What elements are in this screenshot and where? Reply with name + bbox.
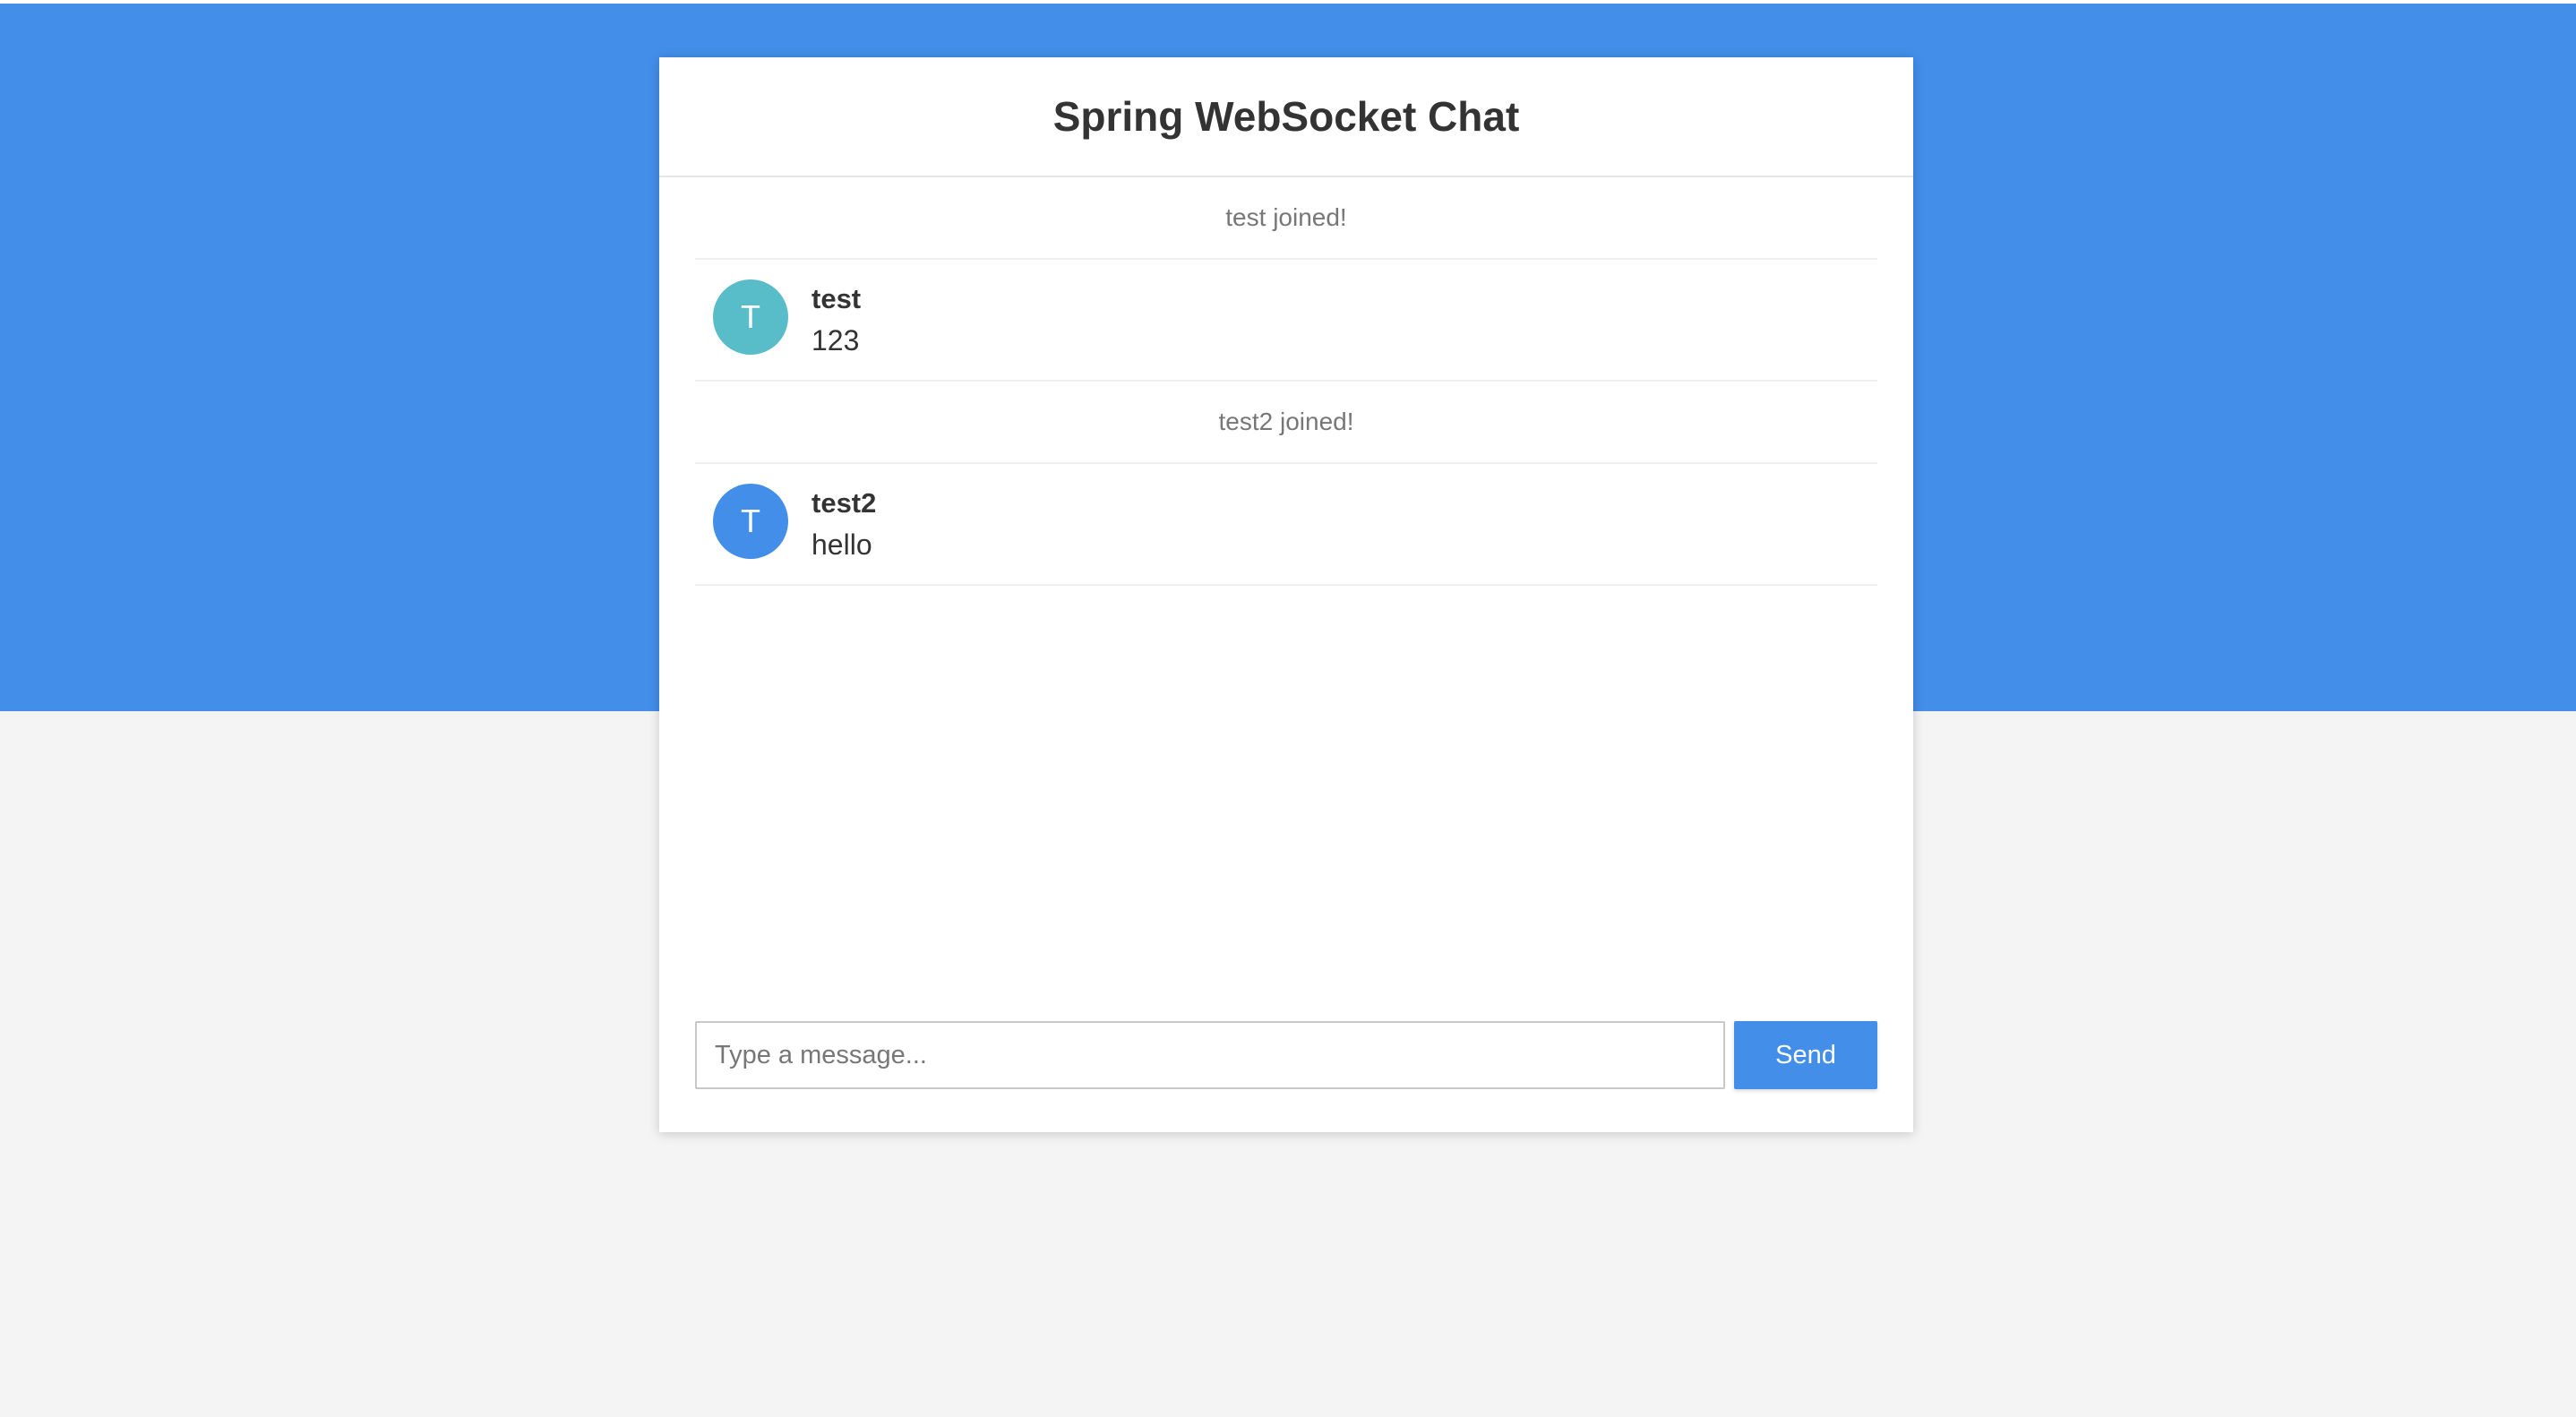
message-content: 123 <box>811 324 860 356</box>
send-button[interactable]: Send <box>1734 1021 1877 1089</box>
avatar: T <box>713 279 788 355</box>
event-message: test2 joined! <box>695 382 1877 464</box>
chat-message: T test2 hello <box>695 464 1877 586</box>
event-message: test joined! <box>695 177 1877 260</box>
avatar: T <box>713 484 788 559</box>
message-list[interactable]: test joined! T test 123 test2 joined! T … <box>695 177 1877 643</box>
chat-message: T test 123 <box>695 260 1877 382</box>
chat-header: Spring WebSocket Chat <box>659 57 1913 177</box>
message-form: Send <box>695 1021 1877 1089</box>
message-sender: test <box>811 283 862 314</box>
page-title: Spring WebSocket Chat <box>1052 93 1520 140</box>
message-input[interactable] <box>695 1021 1725 1089</box>
message-content: hello <box>811 528 872 561</box>
message-sender: test2 <box>811 487 877 519</box>
chat-page: Spring WebSocket Chat test joined! T tes… <box>659 57 1913 1132</box>
